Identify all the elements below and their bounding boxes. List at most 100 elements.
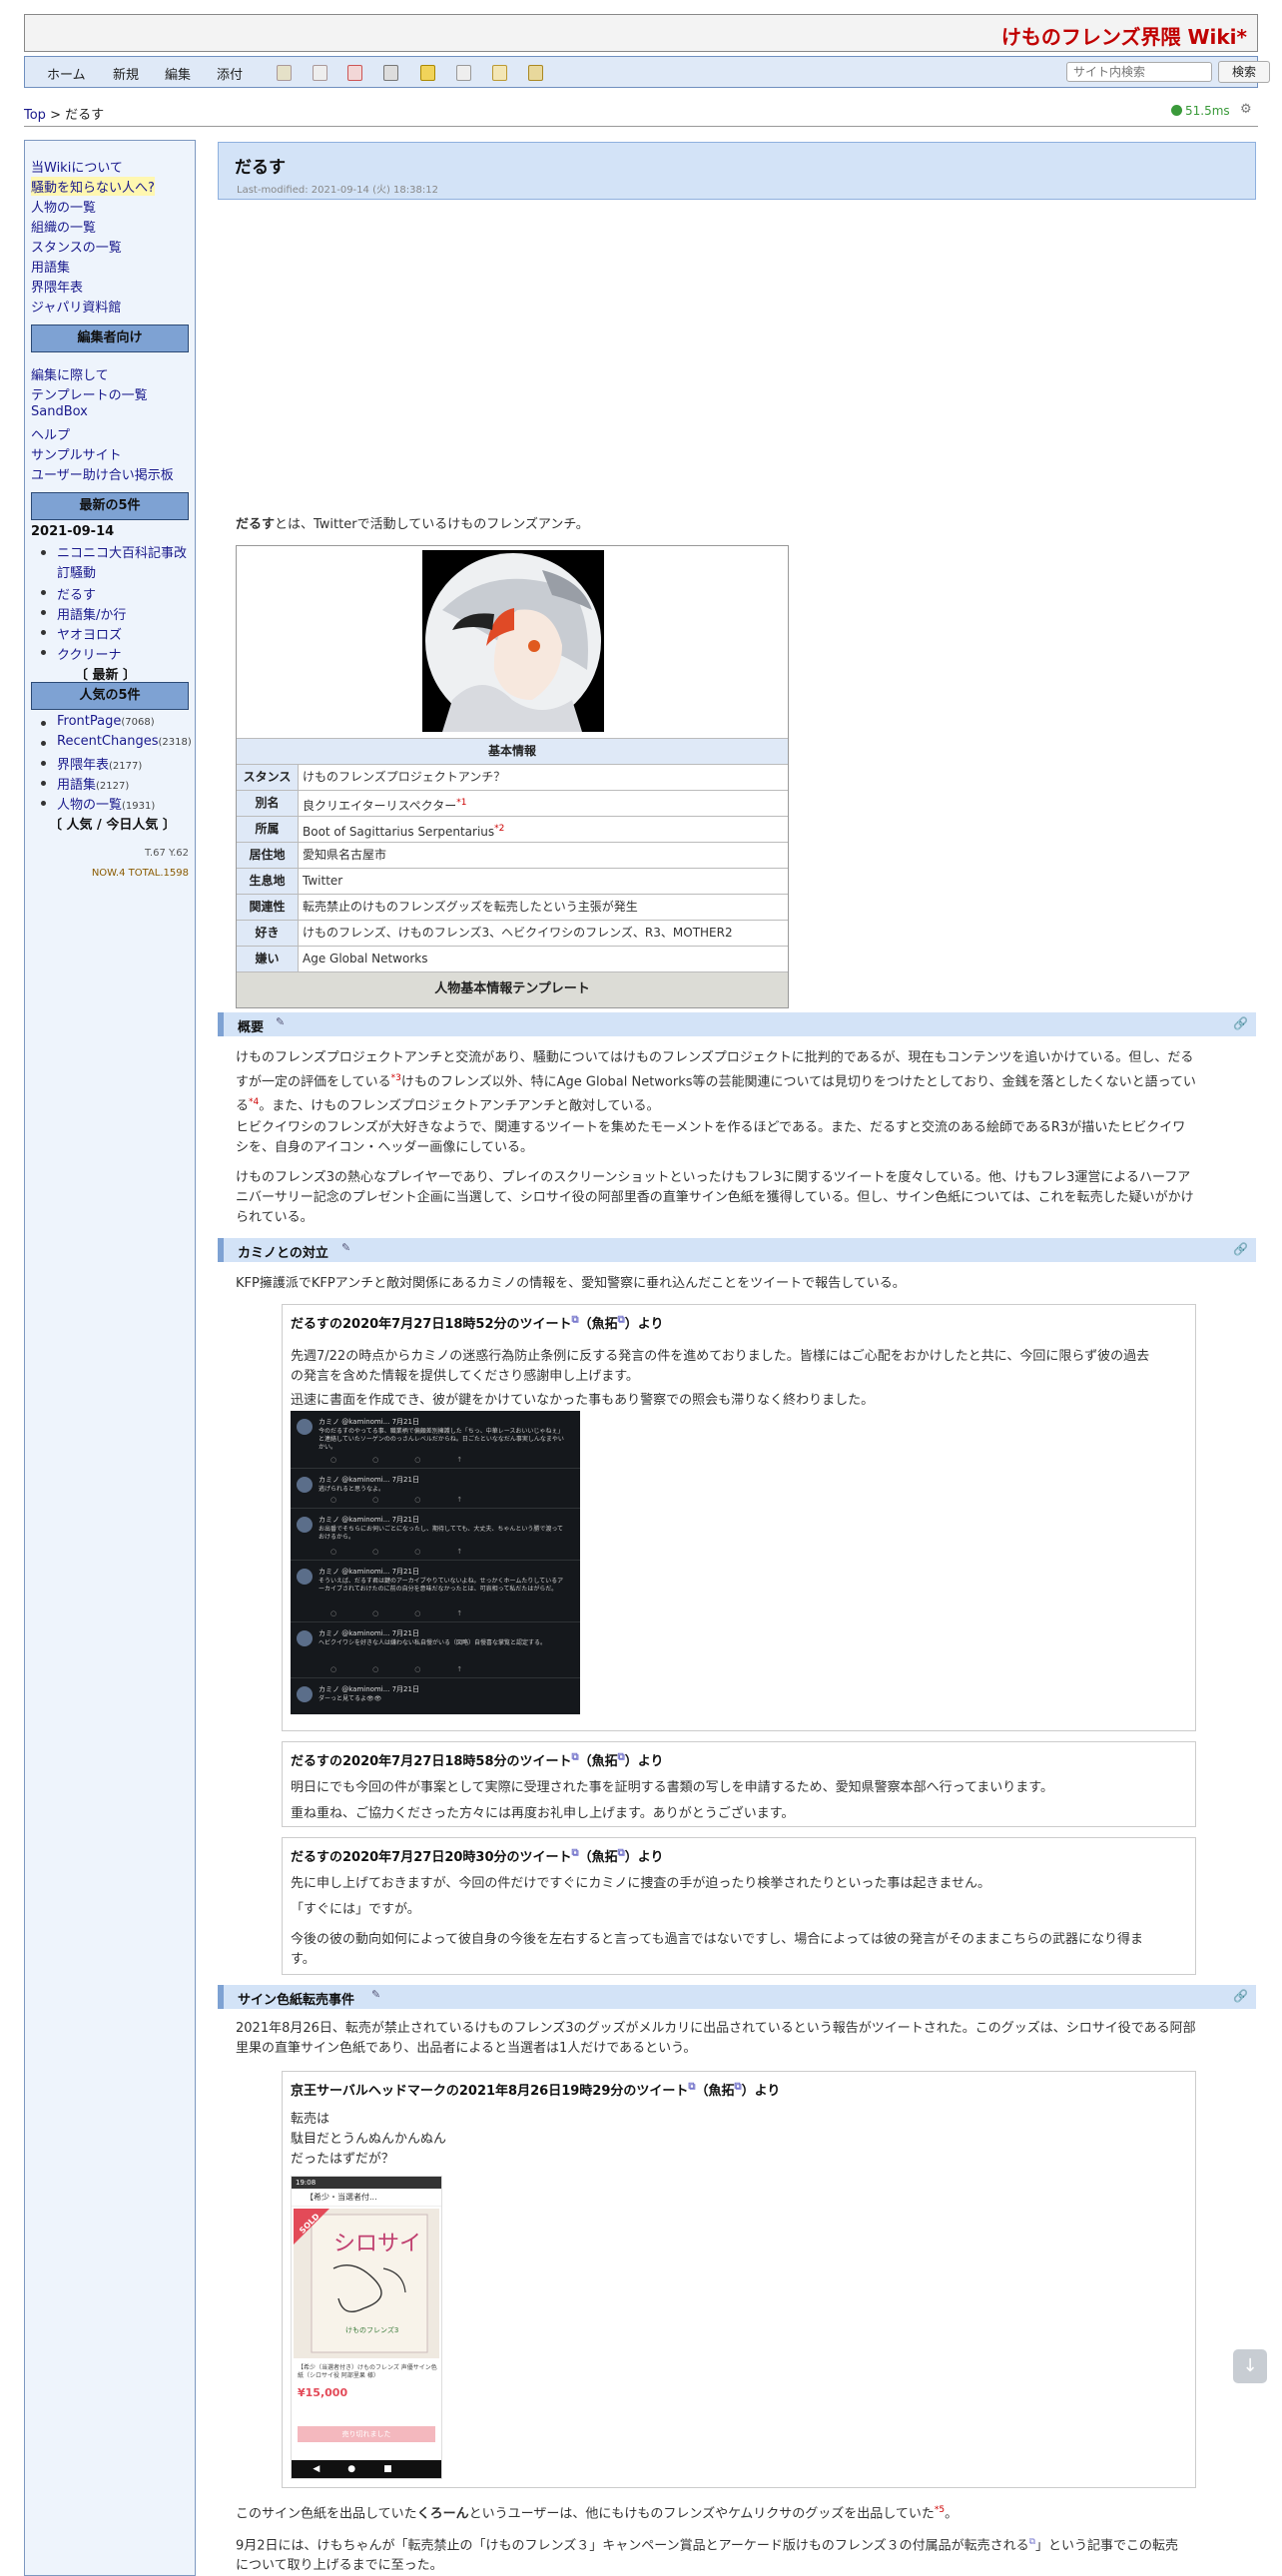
popular-item-5[interactable]: 人物の一覧(1931) bbox=[57, 794, 155, 813]
nav-new[interactable]: 新規 bbox=[113, 64, 139, 83]
quote-title: 京王サーバルヘッドマークの2021年8月26日19時29分のツイート⧉（魚拓⧉）… bbox=[291, 2081, 781, 2099]
latest-more-link[interactable]: 〔 最新 〕 bbox=[75, 664, 136, 683]
site-header: けものフレンズ界隈 Wiki* bbox=[24, 14, 1258, 52]
counter-now-total: NOW.4 TOTAL.1598 bbox=[91, 868, 189, 879]
link-icon[interactable]: 🔗 bbox=[1233, 1242, 1248, 1256]
external-link-icon: ⧉ bbox=[571, 1751, 579, 1763]
sign-paragraph-1: 2021年8月26日、転売が禁止されているけものフレンズ3のグッズがメルカリに出… bbox=[236, 2021, 1196, 2056]
footnote-mark[interactable]: *1 bbox=[456, 798, 466, 808]
sign-paragraph-3: 9月2日には、けもちゃんが「転売禁止の「けものフレンズ３」キャンペーン賞品とアー… bbox=[236, 2537, 1179, 2574]
quote-title: だるすの2020年7月27日18時58分のツイート⧉（魚拓⧉）より bbox=[291, 1751, 664, 1769]
sidebar-item-templates[interactable]: テンプレートの一覧 bbox=[31, 384, 148, 403]
kaminomi-paragraph: KFP擁護派でKFPアンチと敵対関係にあるカミノの情報を、愛知警察に垂れ込んだこ… bbox=[236, 1276, 906, 1291]
popular-item-3[interactable]: 界隈年表(2177) bbox=[57, 754, 142, 773]
copy-tool-icon[interactable] bbox=[313, 65, 327, 81]
sidebar-item-help[interactable]: ヘルプ bbox=[31, 424, 70, 443]
pencil-icon[interactable]: ✎ bbox=[341, 1241, 350, 1254]
delete-tool-icon[interactable] bbox=[347, 65, 362, 81]
section-heading-sign: サイン色紙転売事件 ✎ 🔗 bbox=[218, 1985, 1256, 2009]
avatar bbox=[422, 550, 604, 732]
site-title[interactable]: けものフレンズ界隈 Wiki* bbox=[1001, 21, 1247, 50]
quote-title: だるすの2020年7月27日20時30分のツイート⧉（魚拓⧉）より bbox=[291, 1847, 664, 1865]
last-modified: Last-modified: 2021-09-14 (火) 18:38:12 bbox=[237, 185, 438, 196]
product-title: 【希少（当選者付き）けものフレンズ 声優サイン色紙（シロサイ役 阿部里果 様） bbox=[298, 2364, 437, 2379]
editors-heading: 編集者向け bbox=[31, 324, 189, 352]
popular-item-2[interactable]: RecentChanges(2318) bbox=[57, 734, 192, 749]
popular-heading: 人気の5件 bbox=[31, 682, 189, 710]
popular-item-1[interactable]: FrontPage(7068) bbox=[57, 714, 155, 729]
sidebar-item-archive[interactable]: ジャパリ資料館 bbox=[31, 297, 121, 316]
arrow-down-icon[interactable]: ↓ bbox=[1233, 2349, 1267, 2383]
sidebar-item-intro[interactable]: 騒動を知らない人へ? bbox=[31, 177, 155, 196]
backup-tool-icon[interactable] bbox=[528, 65, 543, 81]
timer-icon bbox=[1171, 105, 1182, 116]
sidebar-item-about[interactable]: 当Wikiについて bbox=[31, 157, 123, 176]
sidebar-item-editing[interactable]: 編集に際して bbox=[31, 364, 109, 383]
infobox-row: 嫌い Age Global Networks bbox=[237, 946, 788, 971]
intro-paragraph: だるすとは、Twitterで活動しているけものフレンズアンチ。 bbox=[236, 517, 589, 532]
footnote-mark[interactable]: *2 bbox=[494, 824, 504, 834]
sidebar-item-sample[interactable]: サンプルサイト bbox=[31, 444, 122, 463]
sidebar-item-glossary[interactable]: 用語集 bbox=[31, 257, 70, 276]
page-title: だるす bbox=[235, 158, 286, 178]
sidebar-item-bbs[interactable]: ユーザー助け合い掲示板 bbox=[31, 464, 174, 483]
external-link-icon: ⧉ bbox=[571, 1847, 579, 1859]
quote-line: 先週7/22の時点からカミノの迷惑行為防止条例に反する発言の件を進めておりました… bbox=[291, 1349, 1150, 1364]
quote-box: だるすの2020年7月27日18時58分のツイート⧉（魚拓⧉）より 明日にでも今… bbox=[282, 1741, 1196, 1827]
latest-date: 2021-09-14 bbox=[31, 524, 115, 539]
page-title-box: だるす Last-modified: 2021-09-14 (火) 18:38:… bbox=[218, 142, 1256, 200]
sidebar-item-stances[interactable]: スタンスの一覧 bbox=[31, 237, 122, 256]
latest-item-2[interactable]: だるす bbox=[57, 584, 96, 603]
latest-item-3[interactable]: 用語集/か行 bbox=[57, 604, 126, 623]
page-tool-icon[interactable] bbox=[456, 65, 471, 81]
pencil-icon[interactable]: ✎ bbox=[371, 1988, 380, 2001]
infobox-row: 居住地 愛知県名古屋市 bbox=[237, 842, 788, 868]
breadcrumb-top[interactable]: Top bbox=[24, 108, 46, 123]
edit-tool-icon[interactable] bbox=[277, 65, 292, 81]
breadcrumb-current: だるす bbox=[65, 108, 105, 123]
navbar: ホーム 新規 編集 添付 検索 bbox=[24, 56, 1270, 88]
latest-item-5[interactable]: ククリーナ bbox=[57, 644, 121, 663]
gear-icon[interactable]: ⚙ bbox=[1240, 102, 1252, 117]
nav-home[interactable]: ホーム bbox=[47, 64, 86, 83]
sign-paragraph-2: このサイン色紙を出品していたくろーんというユーザーは、他にもけものフレンズやケム… bbox=[236, 2505, 959, 2522]
list-tool-icon[interactable] bbox=[492, 65, 507, 81]
quote-line: 駄目だとうんぬんかんぬん bbox=[291, 2132, 447, 2147]
latest-item-4[interactable]: ヤオヨロズ bbox=[57, 624, 122, 643]
quote-line: す。 bbox=[291, 1952, 316, 1967]
pencil-icon[interactable]: ✎ bbox=[276, 1015, 285, 1028]
quote-line: だったはずだが？ bbox=[291, 2152, 394, 2167]
external-link-icon: ⧉ bbox=[571, 1314, 579, 1326]
external-link-icon: ⧉ bbox=[617, 1751, 625, 1763]
quote-box: だるすの2020年7月27日20時30分のツイート⧉（魚拓⧉）より 先に申し上げ… bbox=[282, 1837, 1196, 1975]
search-button[interactable]: 検索 bbox=[1218, 61, 1270, 83]
infobox-header: 基本情報 bbox=[237, 738, 788, 764]
latest-item-1[interactable]: ニコニコ大百科記事改訂騒動 bbox=[57, 544, 187, 584]
quote-line: 今後の彼の動向如何によって彼自身の今後を左右すると言っても過言ではないですし、場… bbox=[291, 1932, 1143, 1947]
tweet-row: カミノ @kaminomi... 7月21日 お出番でそちらにお伺いごとになったし… bbox=[291, 1509, 580, 1561]
quote-line: 先に申し上げておきますが、今回の件だけですぐにカミノに捜査の手が迫ったり検挙され… bbox=[291, 1876, 990, 1891]
infobox-row: スタンス けものフレンズプロジェクトアンチ？ bbox=[237, 764, 788, 790]
quote-box: 京王サーバルヘッドマークの2021年8月26日19時29分のツイート⧉（魚拓⧉）… bbox=[282, 2071, 1196, 2488]
quote-line: 重ね重ね、ご協力くださった方々には再度お礼申し上げます。ありがとうございます。 bbox=[291, 1806, 795, 1821]
search-input[interactable] bbox=[1066, 62, 1212, 82]
nav-edit[interactable]: 編集 bbox=[165, 64, 191, 83]
infobox-footer[interactable]: 人物基本情報テンプレート bbox=[237, 971, 788, 1007]
link-icon[interactable]: 🔗 bbox=[1233, 1989, 1248, 2003]
popular-links[interactable]: 〔 人気 / 今日人気 〕 bbox=[49, 814, 176, 833]
section-heading-kaminomi: カミノとの対立 ✎ 🔗 bbox=[218, 1238, 1256, 1262]
save-tool-icon[interactable] bbox=[383, 65, 398, 81]
sidebar-item-people[interactable]: 人物の一覧 bbox=[31, 197, 96, 216]
quote-line: 転売は bbox=[291, 2112, 330, 2127]
link-icon[interactable]: 🔗 bbox=[1233, 1016, 1248, 1030]
popular-item-4[interactable]: 用語集(2127) bbox=[57, 774, 129, 793]
svg-text:けものフレンズ3: けものフレンズ3 bbox=[345, 2325, 398, 2334]
sidebar-item-orgs[interactable]: 組織の一覧 bbox=[31, 217, 96, 236]
svg-text:シロサイ: シロサイ bbox=[333, 2232, 421, 2256]
quote-line: 迅速に書面を作成でき、彼が鍵をかけていなかった事もあり警察での照会も滞りなく終わ… bbox=[291, 1393, 875, 1408]
sidebar-item-sandbox[interactable]: SandBox bbox=[31, 404, 88, 419]
tweet-row: カミノ @kaminomi... 7月21日 ヘビクイワシを好きな人は嫌わない私自… bbox=[291, 1622, 580, 1678]
nav-attach[interactable]: 添付 bbox=[217, 64, 243, 83]
lock-tool-icon[interactable] bbox=[420, 65, 435, 81]
sidebar-item-timeline[interactable]: 界隈年表 bbox=[31, 277, 83, 296]
